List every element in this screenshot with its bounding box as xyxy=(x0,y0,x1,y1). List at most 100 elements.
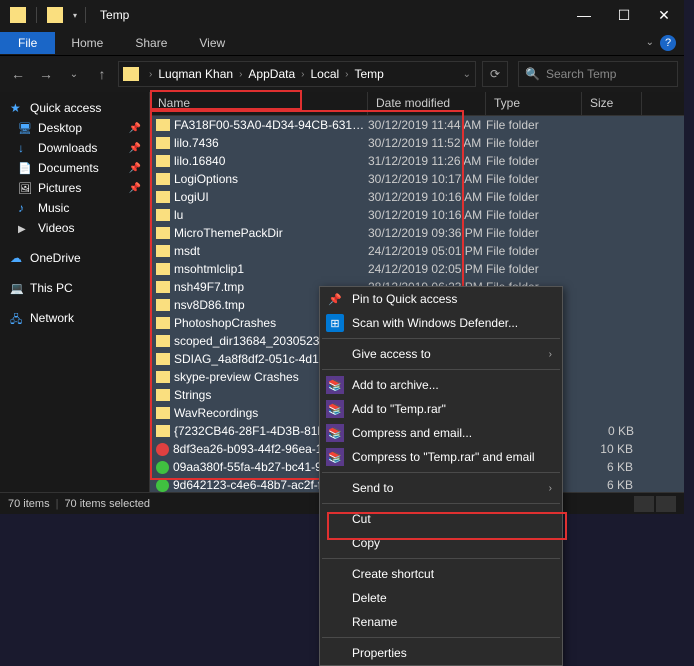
column-type[interactable]: Type xyxy=(486,92,582,115)
file-row[interactable]: lu30/12/2019 10:16 AMFile folder xyxy=(150,206,684,224)
ctx-create-shortcut[interactable]: Create shortcut xyxy=(320,562,562,586)
file-row[interactable]: LogiUI30/12/2019 10:16 AMFile folder xyxy=(150,188,684,206)
file-date: 30/12/2019 10:16 AM xyxy=(368,208,486,222)
breadcrumb-item[interactable]: Local xyxy=(308,67,341,81)
cloud-icon xyxy=(10,251,24,265)
file-type: File folder xyxy=(486,154,582,168)
ctx-add-archive[interactable]: Add to archive... xyxy=(320,373,562,397)
ctx-pin-quick-access[interactable]: Pin to Quick access xyxy=(320,287,562,311)
sidebar-item-onedrive[interactable]: OneDrive xyxy=(0,248,149,268)
ctx-properties[interactable]: Properties xyxy=(320,641,562,665)
separator xyxy=(322,637,560,638)
address-bar[interactable]: › Luqman Khan › AppData › Local › Temp ⌄ xyxy=(118,61,476,87)
back-button[interactable]: ← xyxy=(6,62,30,86)
folder-open-icon xyxy=(47,7,63,23)
file-icon xyxy=(156,299,170,311)
file-icon xyxy=(156,461,169,474)
shield-icon xyxy=(326,314,344,332)
ctx-label: Properties xyxy=(352,646,407,660)
sidebar-item-downloads[interactable]: Downloads📌 xyxy=(0,138,149,158)
file-icon xyxy=(156,245,170,257)
file-row[interactable]: msohtmlclip124/12/2019 02:05 PMFile fold… xyxy=(150,260,684,278)
window-title: Temp xyxy=(100,8,129,22)
ctx-compress-email[interactable]: Compress and email... xyxy=(320,421,562,445)
archive-icon xyxy=(326,376,344,394)
tab-view[interactable]: View xyxy=(183,32,241,54)
tab-share[interactable]: Share xyxy=(119,32,183,54)
file-row[interactable]: FA318F00-53A0-4D34-94CB-6317B36686...30/… xyxy=(150,116,684,134)
chevron-right-icon: › xyxy=(297,69,308,80)
sidebar-item-desktop[interactable]: Desktop📌 xyxy=(0,118,149,138)
file-size: 10 KB xyxy=(581,442,641,456)
status-items: 70 items xyxy=(8,498,50,510)
ctx-label: Delete xyxy=(352,591,387,605)
breadcrumb-item[interactable]: Temp xyxy=(353,67,386,81)
chevron-down-icon[interactable]: ⌄ xyxy=(646,37,654,48)
up-button[interactable]: ↑ xyxy=(90,62,114,86)
file-icon xyxy=(156,209,170,221)
file-icon xyxy=(156,389,170,401)
ctx-send-to[interactable]: Send to› xyxy=(320,476,562,500)
sidebar-item-pictures[interactable]: Pictures📌 xyxy=(0,178,149,198)
chevron-down-icon[interactable]: ⌄ xyxy=(463,69,471,80)
file-date: 30/12/2019 10:17 AM xyxy=(368,172,486,186)
sidebar-item-quick-access[interactable]: Quick access xyxy=(0,98,149,118)
ctx-scan-defender[interactable]: Scan with Windows Defender... xyxy=(320,311,562,335)
ctx-copy[interactable]: Copy xyxy=(320,531,562,555)
maximize-button[interactable]: ☐ xyxy=(604,0,644,30)
file-icon xyxy=(156,263,170,275)
sidebar-item-music[interactable]: Music xyxy=(0,198,149,218)
ctx-rename[interactable]: Rename xyxy=(320,610,562,634)
file-name: lilo.7436 xyxy=(174,136,368,150)
sidebar-label: Videos xyxy=(38,221,74,235)
folder-icon xyxy=(123,67,139,81)
pin-icon: 📌 xyxy=(129,143,141,154)
separator xyxy=(85,7,86,23)
sidebar-item-documents[interactable]: Documents📌 xyxy=(0,158,149,178)
ctx-compress-temp-email[interactable]: Compress to "Temp.rar" and email xyxy=(320,445,562,469)
ctx-label: Add to "Temp.rar" xyxy=(352,402,446,416)
close-button[interactable]: ✕ xyxy=(644,0,684,30)
view-details-button[interactable] xyxy=(634,496,654,512)
tab-home[interactable]: Home xyxy=(55,32,119,54)
file-row[interactable]: lilo.1684031/12/2019 11:26 AMFile folder xyxy=(150,152,684,170)
file-size: 0 KB xyxy=(582,424,642,438)
file-row[interactable]: msdt24/12/2019 05:01 PMFile folder xyxy=(150,242,684,260)
ctx-give-access[interactable]: Give access to› xyxy=(320,342,562,366)
file-row[interactable]: LogiOptions30/12/2019 10:17 AMFile folde… xyxy=(150,170,684,188)
column-size[interactable]: Size xyxy=(582,92,642,115)
file-icon xyxy=(156,119,170,131)
sidebar-item-network[interactable]: Network xyxy=(0,308,149,328)
column-name[interactable]: Name xyxy=(150,92,368,115)
file-name: msdt xyxy=(174,244,368,258)
separator xyxy=(322,558,560,559)
minimize-button[interactable]: — xyxy=(564,0,604,30)
ctx-cut[interactable]: Cut xyxy=(320,507,562,531)
search-icon: 🔍 xyxy=(525,67,540,81)
file-type: File folder xyxy=(486,136,582,150)
search-input[interactable]: 🔍 Search Temp xyxy=(518,61,678,87)
separator xyxy=(322,369,560,370)
sidebar-item-videos[interactable]: Videos xyxy=(0,218,149,238)
tab-file[interactable]: File xyxy=(0,32,55,54)
file-type: File folder xyxy=(486,226,582,240)
help-icon[interactable]: ? xyxy=(660,35,676,51)
breadcrumb-item[interactable]: AppData xyxy=(246,67,297,81)
refresh-button[interactable]: ⟳ xyxy=(482,61,508,87)
history-dropdown[interactable]: ⌄ xyxy=(62,62,86,86)
file-row[interactable]: lilo.743630/12/2019 11:52 AMFile folder xyxy=(150,134,684,152)
ctx-delete[interactable]: Delete xyxy=(320,586,562,610)
view-large-button[interactable] xyxy=(656,496,676,512)
forward-button[interactable]: → xyxy=(34,62,58,86)
file-type: File folder xyxy=(486,190,582,204)
file-row[interactable]: MicroThemePackDir30/12/2019 09:36 PMFile… xyxy=(150,224,684,242)
file-icon xyxy=(156,371,170,383)
sidebar-item-this-pc[interactable]: This PC xyxy=(0,278,149,298)
chevron-down-icon[interactable]: ▾ xyxy=(73,11,77,20)
file-icon xyxy=(156,137,170,149)
ctx-add-temp-rar[interactable]: Add to "Temp.rar" xyxy=(320,397,562,421)
chevron-right-icon: › xyxy=(235,69,246,80)
breadcrumb-item[interactable]: Luqman Khan xyxy=(156,67,235,81)
column-date[interactable]: Date modified xyxy=(368,92,486,115)
ctx-label: Rename xyxy=(352,615,397,629)
